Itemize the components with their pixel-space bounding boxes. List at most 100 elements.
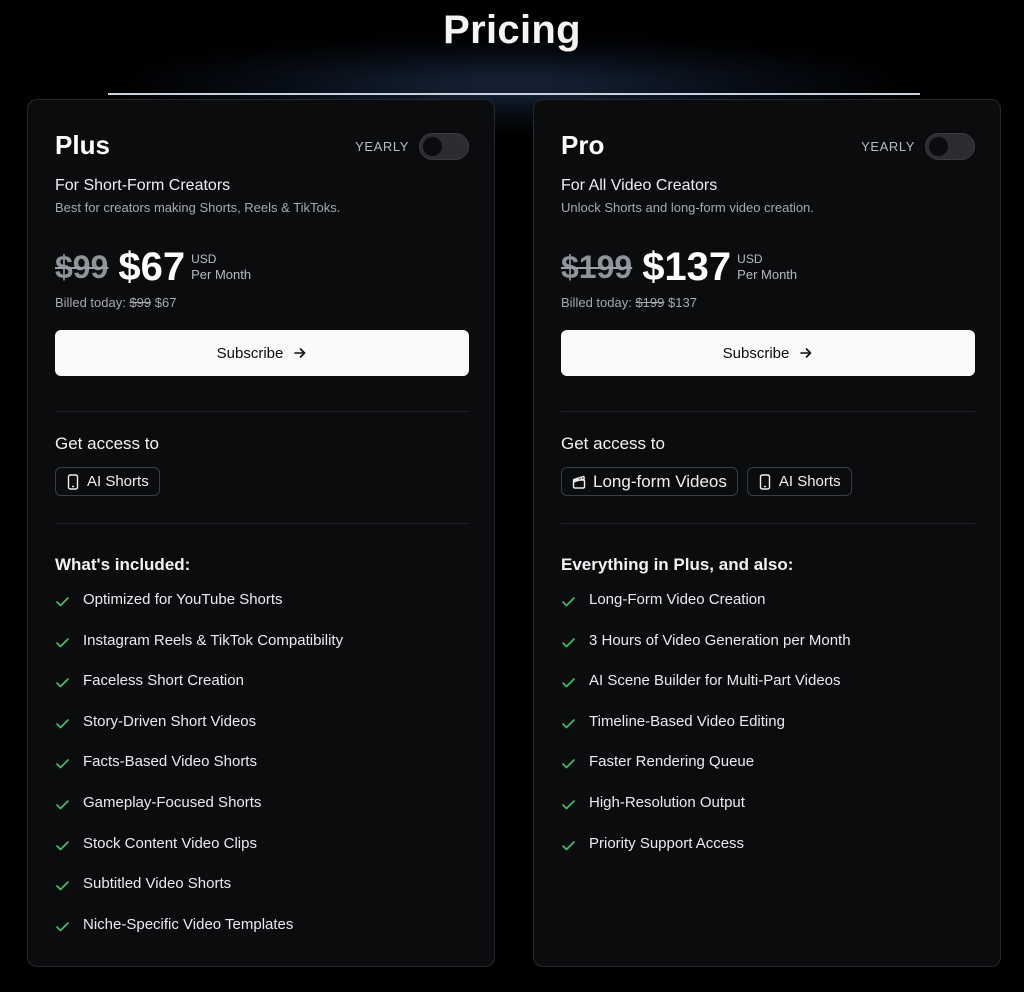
toggle-knob [929, 137, 948, 156]
plan-subtitle: For All Video Creators [561, 177, 718, 194]
feature-item: AI Scene Builder for Multi-Part Videos [561, 672, 851, 713]
features-list: Long-Form Video Creation 3 Hours of Vide… [561, 591, 851, 875]
old-price: $99 [55, 249, 109, 285]
check-icon [56, 597, 69, 607]
features-title: Everything in Plus, and also: [561, 555, 794, 574]
feature-item: Stock Content Video Clips [55, 835, 343, 876]
price-meta: USD Per Month [737, 252, 797, 283]
access-title: Get access to [55, 434, 159, 453]
yearly-toggle[interactable] [925, 133, 975, 160]
feature-label: Gameplay-Focused Shorts [83, 793, 262, 811]
subscribe-label: Subscribe [216, 344, 284, 362]
access-chip-ai-shorts: AI Shorts [55, 467, 160, 496]
check-icon [562, 759, 575, 769]
price-meta: USD Per Month [191, 252, 251, 283]
feature-item: Priority Support Access [561, 835, 851, 876]
check-icon [56, 921, 69, 932]
currency-label: USD [191, 252, 217, 266]
feature-item: Story-Driven Short Videos [55, 713, 343, 754]
feature-item: Instagram Reels & TikTok Compatibility [55, 632, 343, 673]
subscribe-button[interactable]: Subscribe [561, 330, 975, 376]
phone-icon [759, 473, 771, 490]
feature-label: Facts-Based Video Shorts [83, 753, 257, 771]
feature-label: Faster Rendering Queue [589, 753, 755, 771]
plan-description: Unlock Shorts and long-form video creati… [561, 200, 814, 215]
feature-label: Optimized for YouTube Shorts [83, 591, 283, 608]
billed-today: Billed today: $199 $137 [561, 295, 697, 310]
feature-item: Gameplay-Focused Shorts [55, 794, 343, 835]
plan-card-pro: Pro YEARLY For All Video Creators Unlock… [533, 99, 1001, 967]
check-icon [56, 718, 69, 729]
billing-label: YEARLY [861, 139, 915, 154]
subscribe-button[interactable]: Subscribe [55, 330, 469, 376]
feature-item: Faster Rendering Queue [561, 753, 851, 794]
check-icon [562, 678, 575, 688]
feature-label: AI Scene Builder for Multi-Part Videos [589, 672, 841, 690]
feature-label: Timeline-Based Video Editing [589, 712, 785, 730]
old-price: $199 [561, 249, 633, 285]
access-chip-label: AI Shorts [87, 473, 149, 490]
plan-name: Plus [55, 130, 110, 160]
check-icon [56, 800, 69, 810]
new-price: $67 [118, 245, 186, 289]
yearly-toggle[interactable] [419, 133, 469, 160]
check-icon [56, 678, 69, 688]
billing-toggle-group: YEARLY [861, 133, 975, 160]
plan-name: Pro [561, 130, 605, 160]
feature-label: High-Resolution Output [589, 793, 745, 811]
section-divider [561, 411, 975, 412]
features-title: What's included: [55, 555, 191, 574]
period-label: Per Month [191, 267, 252, 282]
access-chip-label: Long-form Videos [593, 471, 727, 491]
price-row: $99 $67 USD Per Month [55, 243, 251, 289]
feature-label: Long-Form Video Creation [589, 591, 766, 608]
currency-label: USD [737, 252, 763, 266]
billing-label: YEARLY [355, 139, 409, 154]
feature-item: Faceless Short Creation [55, 672, 343, 713]
period-label: Per Month [737, 267, 798, 282]
arrow-right-icon [800, 348, 812, 358]
access-chip-ai-shorts: AI Shorts [746, 467, 852, 496]
billed-new-price: $137 [668, 295, 697, 310]
page-title: Pricing [443, 8, 581, 52]
billed-old-price: $99 [129, 295, 152, 310]
plan-subtitle: For Short-Form Creators [55, 177, 231, 194]
check-icon [56, 759, 69, 769]
toggle-knob [423, 137, 442, 156]
billed-label: Billed today: [561, 295, 632, 310]
feature-label: Instagram Reels & TikTok Compatibility [83, 631, 344, 649]
feature-label: Stock Content Video Clips [83, 834, 257, 852]
clapperboard-icon [572, 475, 586, 489]
feature-label: Subtitled Video Shorts [83, 875, 232, 893]
feature-item: Facts-Based Video Shorts [55, 753, 343, 794]
billed-old-price: $199 [635, 295, 665, 310]
check-icon [562, 840, 575, 850]
access-title: Get access to [561, 434, 665, 453]
check-icon [562, 637, 575, 647]
feature-item: Timeline-Based Video Editing [561, 713, 851, 754]
price-row: $199 $137 USD Per Month [561, 243, 797, 289]
check-icon [56, 840, 69, 850]
check-icon [562, 800, 575, 810]
header-divider [108, 93, 920, 95]
pricing-page: Pricing Plus YEARLY For Short-Form Creat… [0, 0, 1024, 992]
access-chips: AI Shorts [55, 467, 160, 496]
check-icon [562, 597, 575, 607]
feature-item: High-Resolution Output [561, 794, 851, 835]
plan-card-plus: Plus YEARLY For Short-Form Creators Best… [27, 99, 495, 967]
feature-item: Niche-Specific Video Templates [55, 916, 343, 957]
billed-today: Billed today: $99 $67 [55, 295, 176, 310]
billed-label: Billed today: [55, 295, 126, 310]
feature-label: Story-Driven Short Videos [83, 712, 257, 730]
subscribe-label: Subscribe [722, 344, 790, 362]
check-icon [56, 637, 69, 647]
feature-item: Long-Form Video Creation [561, 591, 851, 632]
section-divider [561, 523, 975, 524]
phone-icon [67, 473, 79, 490]
new-price: $137 [642, 245, 732, 289]
access-chips: Long-form Videos AI Shorts [561, 467, 852, 496]
feature-item: Optimized for YouTube Shorts [55, 591, 343, 632]
section-divider [55, 411, 469, 412]
feature-label: 3 Hours of Video Generation per Month [589, 631, 851, 649]
features-list: Optimized for YouTube Shorts Instagram R… [55, 591, 343, 956]
